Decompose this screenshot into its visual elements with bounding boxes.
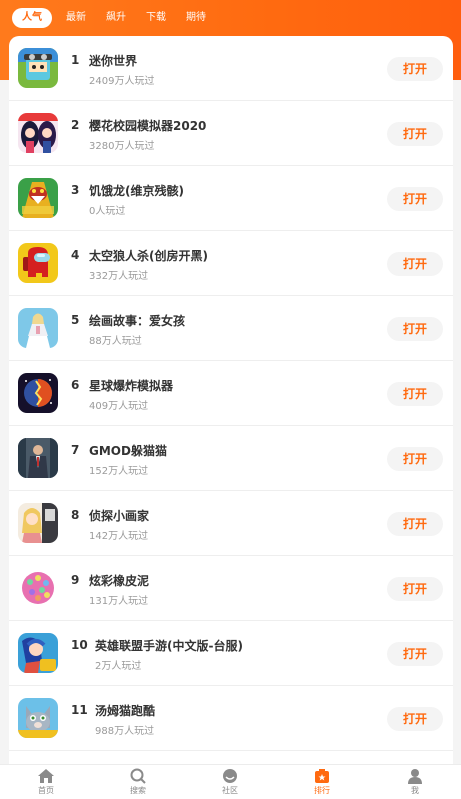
gmod-icon[interactable] xyxy=(18,438,58,478)
play-count: 2409万人玩过 xyxy=(89,76,155,87)
open-button[interactable]: 打开 xyxy=(387,122,443,146)
nav-community[interactable]: 社区 xyxy=(200,768,260,796)
play-count: 409万人玩过 xyxy=(89,401,149,412)
rank-number: 4 xyxy=(71,248,80,262)
tab-downloads[interactable]: 下载 xyxy=(140,8,172,28)
ranking-row[interactable]: 3 饥饿龙(维京残骸) 0人玩过 打开 xyxy=(9,166,453,231)
open-button[interactable]: 打开 xyxy=(387,642,443,666)
rank-number: 3 xyxy=(71,183,80,197)
game-name[interactable]: GMOD躲猫猫 xyxy=(89,442,167,459)
play-count: 152万人玩过 xyxy=(89,466,149,477)
nav-label: 排行 xyxy=(314,786,330,795)
nav-search[interactable]: 搜索 xyxy=(108,768,168,796)
rank-number: 10 xyxy=(71,638,88,652)
community-icon xyxy=(223,769,237,783)
play-count: 988万人玩过 xyxy=(95,726,155,737)
search-icon xyxy=(130,768,146,784)
mini-world-icon[interactable] xyxy=(18,48,58,88)
ranking-row[interactable]: 5 绘画故事：爱女孩 88万人玩过 打开 xyxy=(9,296,453,361)
ranking-row[interactable]: 6 星球爆炸模拟器 409万人玩过 打开 xyxy=(9,361,453,426)
game-name[interactable]: 汤姆猫跑酷 xyxy=(95,702,155,719)
game-name[interactable]: 炫彩橡皮泥 xyxy=(89,572,149,589)
drawing-story-icon[interactable] xyxy=(18,308,58,348)
ranking-row[interactable]: 9 炫彩橡皮泥 131万人玩过 打开 xyxy=(9,556,453,621)
ranking-row[interactable]: 8 侦探小画家 142万人玩过 打开 xyxy=(9,491,453,556)
nav-label: 社区 xyxy=(222,786,238,795)
game-name[interactable]: 迷你世界 xyxy=(89,52,137,69)
open-button[interactable]: 打开 xyxy=(387,382,443,406)
game-name[interactable]: 绘画故事：爱女孩 xyxy=(89,312,185,329)
play-count: 131万人玩过 xyxy=(89,596,149,607)
game-name[interactable]: 饥饿龙(维京残骸) xyxy=(89,182,184,199)
ranking-row[interactable]: 10 英雄联盟手游(中文版-台服) 2万人玩过 打开 xyxy=(9,621,453,686)
hungry-dragon-icon[interactable] xyxy=(18,178,58,218)
talking-tom-icon[interactable] xyxy=(18,698,58,738)
rank-number: 7 xyxy=(71,443,80,457)
tab-popular[interactable]: 人气 xyxy=(12,8,52,28)
ranking-row[interactable]: 4 太空狼人杀(创房开黑) 332万人玩过 打开 xyxy=(9,231,453,296)
rank-number: 1 xyxy=(71,53,80,67)
game-name[interactable]: 星球爆炸模拟器 xyxy=(89,377,173,394)
tab-rising[interactable]: 飙升 xyxy=(100,8,132,28)
user-icon xyxy=(408,769,422,784)
tab-anticipated[interactable]: 期待 xyxy=(180,8,212,28)
play-count: 142万人玩过 xyxy=(89,531,149,542)
sakura-school-icon[interactable] xyxy=(18,113,58,153)
nav-ranking[interactable]: 排行 xyxy=(292,768,352,796)
open-button[interactable]: 打开 xyxy=(387,707,443,731)
play-count: 3280万人玩过 xyxy=(89,141,155,152)
planet-explosion-icon[interactable] xyxy=(18,373,58,413)
open-button[interactable]: 打开 xyxy=(387,187,443,211)
open-button[interactable]: 打开 xyxy=(387,57,443,81)
nav-label: 我 xyxy=(411,786,419,795)
rank-number: 5 xyxy=(71,313,80,327)
game-name[interactable]: 英雄联盟手游(中文版-台服) xyxy=(95,637,243,654)
ranking-row[interactable]: 11 汤姆猫跑酷 988万人玩过 打开 xyxy=(9,686,453,751)
nav-home[interactable]: 首页 xyxy=(16,768,76,796)
bottom-nav: 首页 搜索 社区 排行 我 xyxy=(0,764,461,799)
nav-label: 首页 xyxy=(38,786,54,795)
rank-number: 6 xyxy=(71,378,80,392)
rank-number: 9 xyxy=(71,573,80,587)
rank-number: 8 xyxy=(71,508,80,522)
open-button[interactable]: 打开 xyxy=(387,317,443,341)
play-count: 88万人玩过 xyxy=(89,336,142,347)
lol-mobile-icon[interactable] xyxy=(18,633,58,673)
game-name[interactable]: 太空狼人杀(创房开黑) xyxy=(89,247,208,264)
tab-newest[interactable]: 最新 xyxy=(60,8,92,28)
open-button[interactable]: 打开 xyxy=(387,252,443,276)
open-button[interactable]: 打开 xyxy=(387,512,443,536)
play-count: 332万人玩过 xyxy=(89,271,149,282)
ranking-row[interactable]: 7 GMOD躲猫猫 152万人玩过 打开 xyxy=(9,426,453,491)
game-name[interactable]: 侦探小画家 xyxy=(89,507,149,524)
nav-label: 搜索 xyxy=(130,786,146,795)
detective-painter-icon[interactable] xyxy=(18,503,58,543)
rank-number: 11 xyxy=(71,703,88,717)
open-button[interactable]: 打开 xyxy=(387,447,443,471)
ranking-row[interactable]: 1 迷你世界 2409万人玩过 打开 xyxy=(9,36,453,101)
home-icon xyxy=(38,769,54,783)
slime-icon[interactable] xyxy=(18,568,58,608)
game-name[interactable]: 樱花校园模拟器2020 xyxy=(89,117,206,134)
among-us-icon[interactable] xyxy=(18,243,58,283)
rank-number: 2 xyxy=(71,118,80,132)
ranking-list: 1 迷你世界 2409万人玩过 打开 2 樱花校园模拟器2020 3280万人玩… xyxy=(9,36,453,764)
nav-me[interactable]: 我 xyxy=(385,768,445,796)
ranking-icon xyxy=(315,769,329,783)
ranking-row[interactable]: 2 樱花校园模拟器2020 3280万人玩过 打开 xyxy=(9,101,453,166)
play-count: 0人玩过 xyxy=(89,206,126,217)
open-button[interactable]: 打开 xyxy=(387,577,443,601)
play-count: 2万人玩过 xyxy=(95,661,142,672)
category-tabs: 人气 最新 飙升 下载 期待 xyxy=(12,7,212,29)
